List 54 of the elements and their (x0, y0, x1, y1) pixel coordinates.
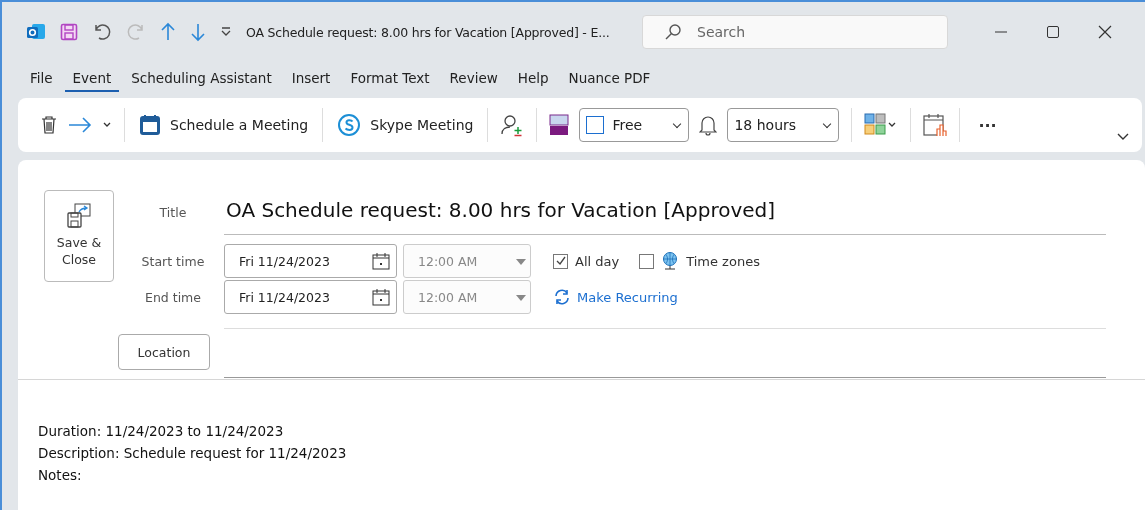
menu-tab[interactable]: Insert (283, 66, 339, 92)
start-time-label: Start time (140, 253, 206, 269)
close-icon[interactable] (1098, 25, 1112, 39)
save-icon[interactable] (60, 23, 78, 41)
all-day-checkbox[interactable]: All day (553, 253, 620, 269)
outlook-icon[interactable] (26, 23, 46, 41)
undo-icon[interactable] (92, 22, 112, 42)
make-recurring-link[interactable]: Make Recurring (553, 289, 678, 305)
save-close-icon (66, 203, 92, 230)
location-button[interactable]: Location (118, 334, 210, 370)
trash-icon[interactable] (40, 115, 58, 135)
window-title: OA Schedule request: 8.00 hrs for Vacation [Approved] - E... (246, 24, 611, 40)
body-text: Duration: 11/24/2023 to 11/24/2023 (38, 422, 285, 441)
recurring-icon (553, 289, 571, 305)
menu-tab[interactable]: Review (441, 66, 506, 92)
title-field[interactable]: OA Schedule request: 8.00 hrs for Vacation [Approved] (224, 190, 1106, 235)
add-person-icon[interactable] (500, 113, 525, 137)
menu-tab[interactable]: File (22, 66, 61, 92)
customize-icon[interactable] (220, 27, 232, 37)
up-arrow-icon[interactable] (160, 22, 176, 42)
show-as-icon[interactable] (549, 113, 570, 137)
calendar-chart-icon[interactable] (923, 113, 948, 137)
time-zones-checkbox[interactable]: Time zones (639, 251, 760, 271)
globe-icon (661, 251, 680, 271)
search-field[interactable]: Search (642, 15, 948, 49)
maximize-icon[interactable] (1046, 25, 1060, 39)
end-time-label: End time (144, 289, 202, 305)
title-label: Title (158, 205, 188, 220)
bell-icon[interactable] (699, 114, 718, 136)
expand-ribbon-icon[interactable] (1116, 132, 1130, 142)
calendar-icon[interactable] (372, 252, 390, 270)
schedule-meeting-button[interactable]: Schedule a Meeting (137, 110, 311, 140)
down-arrow-icon[interactable] (190, 22, 206, 42)
skype-meeting-button[interactable]: Skype Meeting (335, 109, 476, 141)
more-options-button[interactable]: ··· (972, 113, 1003, 137)
forward-arrow-icon[interactable] (68, 117, 92, 133)
menu-tab[interactable]: Scheduling Assistant (123, 66, 280, 92)
show-as-dropdown[interactable]: Free (579, 108, 690, 142)
save-close-button[interactable]: Save & Close (44, 190, 114, 282)
menu-tab[interactable]: Format Text (342, 66, 438, 92)
reminder-dropdown[interactable]: 18 hours (727, 108, 840, 142)
date-field[interactable]: Fri 11/24/2023 (224, 244, 397, 278)
caret-icon[interactable] (102, 121, 112, 129)
menu-tab[interactable]: Nuance PDF (560, 66, 659, 92)
body-text: Description: Schedule request for 11/24/2023 (38, 444, 348, 463)
calendar-icon[interactable] (372, 288, 390, 306)
menu-tab[interactable]: Event (64, 66, 120, 92)
search-icon (664, 23, 682, 41)
menu-tab[interactable]: Help (509, 66, 557, 92)
checkmark-icon (554, 255, 567, 267)
calendar-icon (139, 114, 161, 136)
date-field[interactable]: Fri 11/24/2023 (224, 280, 397, 314)
body-text: Notes: (38, 466, 83, 485)
skype-icon (337, 113, 362, 137)
